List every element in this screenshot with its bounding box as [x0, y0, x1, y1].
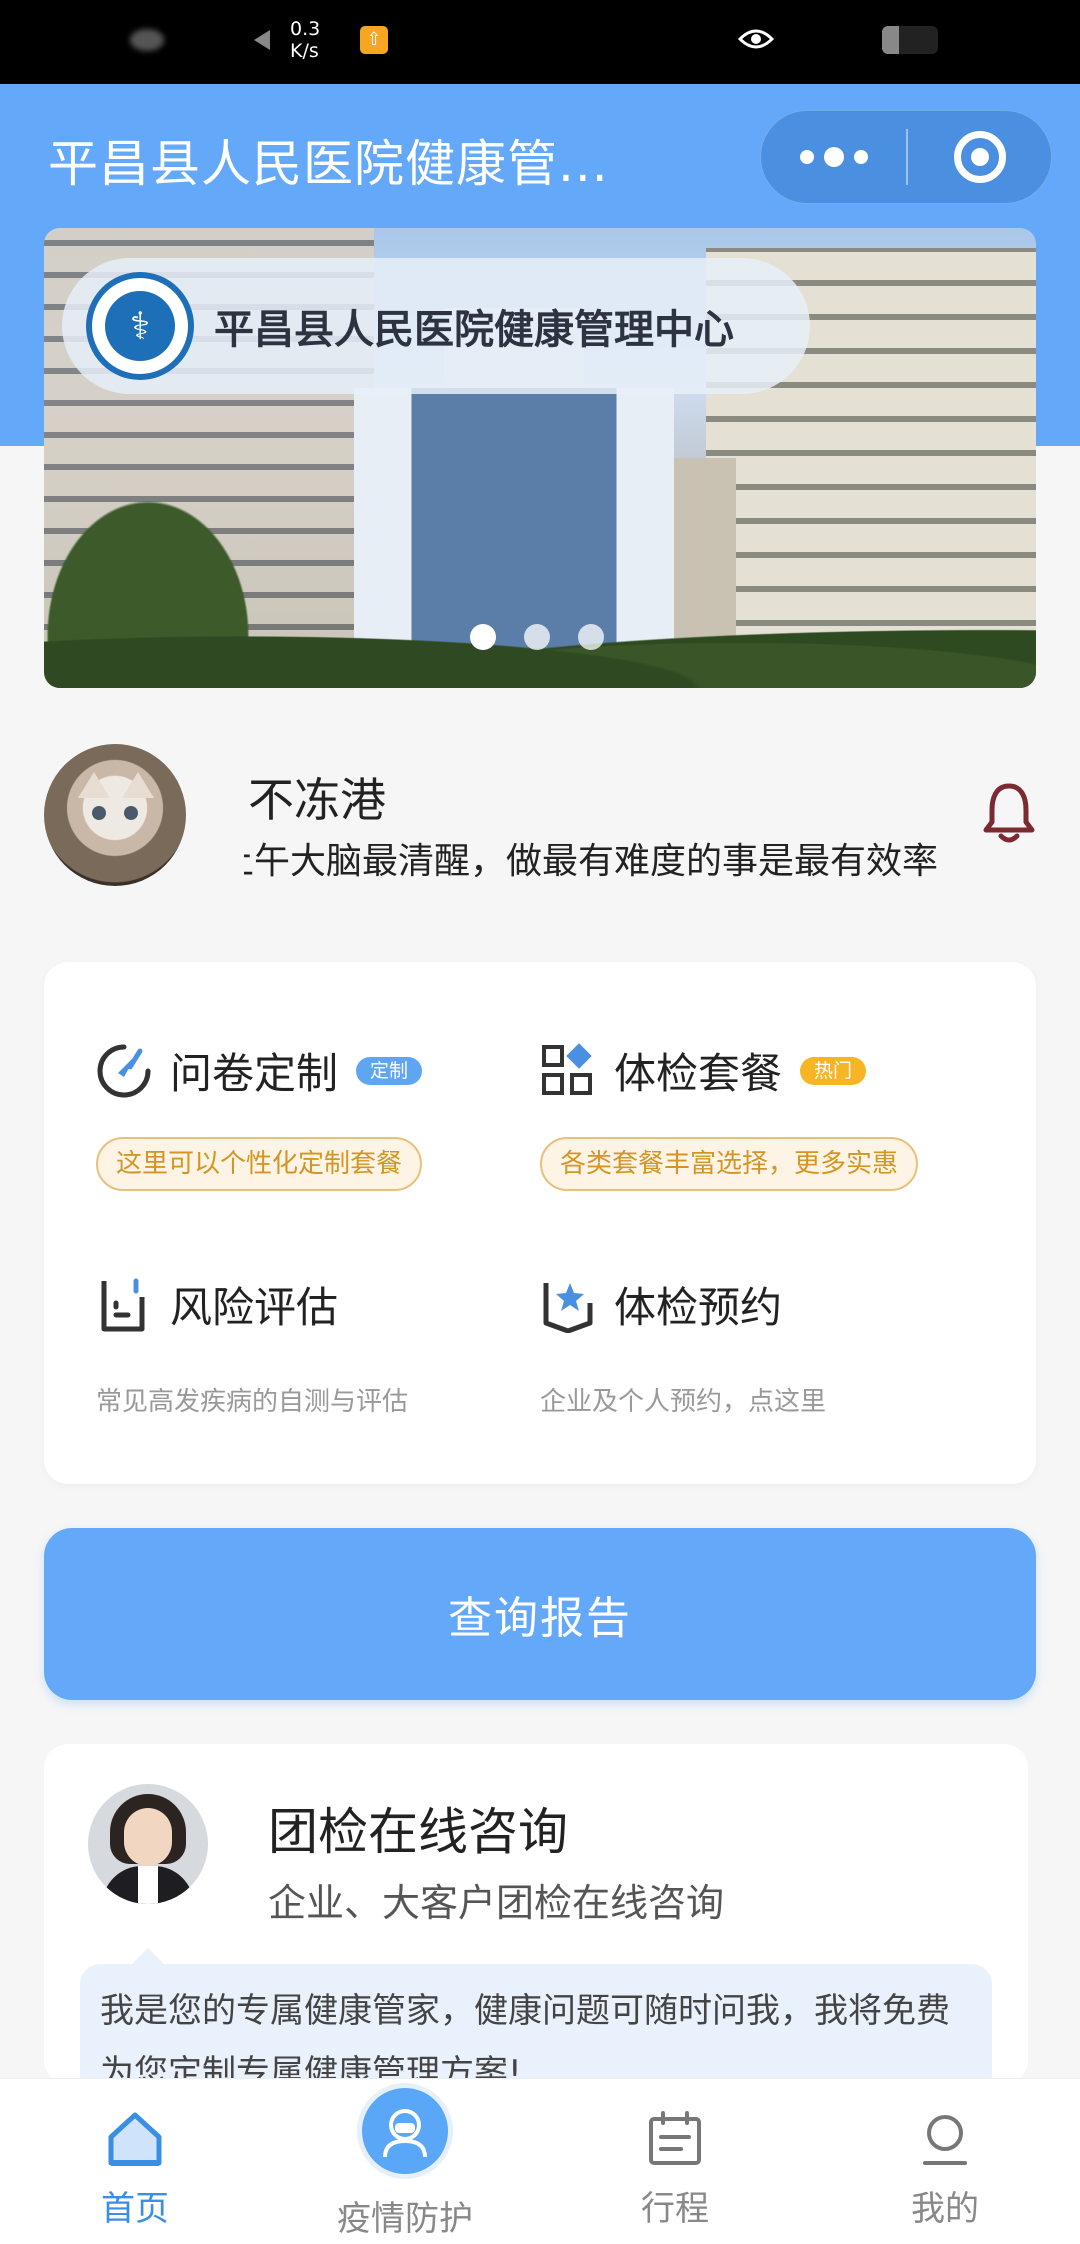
close-mini-program-button[interactable] [908, 131, 1051, 183]
battery-icon [882, 26, 938, 54]
document-chart-icon [101, 1278, 145, 1331]
more-dot-icon [823, 147, 844, 167]
hospital-banner[interactable]: ⚕ 平昌县人民医院健康管理中心 [44, 228, 1036, 688]
query-report-button[interactable]: 查询报告 [44, 1528, 1036, 1700]
tab-epidemic[interactable]: 疫情防护 [270, 2079, 540, 2244]
compass-icon [97, 1044, 151, 1097]
doctor-icon [383, 2109, 427, 2158]
tab-itinerary[interactable]: 行程 [540, 2079, 810, 2244]
banner-title-pill: ⚕ 平昌县人民医院健康管理中心 [62, 258, 810, 394]
tab-label: 疫情防护 [337, 2199, 473, 2239]
service-questionnaire[interactable]: 问卷定制 定制 这里可以个性化定制套餐 [96, 1040, 423, 1191]
service-title: 问卷定制 [170, 1049, 339, 1098]
service-checkup-booking[interactable]: 体检预约 企业及个人预约，点这里 [540, 1274, 826, 1418]
calendar-icon [649, 2111, 701, 2165]
user-icon [923, 2115, 967, 2165]
service-tag: 热门 [800, 1056, 867, 1085]
consult-subtitle: 企业、大客户团检在线咨询 [268, 1881, 725, 1925]
banner-dot[interactable] [578, 624, 604, 650]
more-dot-icon [853, 150, 868, 164]
tab-label: 首页 [101, 2189, 169, 2229]
service-tag: 定制 [356, 1056, 423, 1085]
home-icon [108, 2112, 162, 2166]
service-title: 体检预约 [614, 1283, 783, 1332]
consultant-avatar [88, 1784, 208, 1904]
service-note: 各类套餐丰富选择，更多实惠 [540, 1137, 919, 1191]
service-note: 企业及个人预约，点这里 [540, 1387, 827, 1417]
tab-label: 行程 [641, 2189, 709, 2229]
bell-icon[interactable] [982, 780, 1036, 846]
service-risk-assessment[interactable]: 风险评估 常见高发疾病的自测与评估 [96, 1274, 408, 1418]
user-motto-text: 上午大脑最清醒，做最有难度的事是最有效率 [244, 841, 939, 882]
user-avatar[interactable] [44, 744, 186, 886]
tab-home[interactable]: 首页 [0, 2079, 270, 2244]
tab-mine[interactable]: 我的 [810, 2079, 1080, 2244]
target-icon [953, 131, 1006, 183]
status-bar: 0.3 K/s ⇧ [0, 0, 1080, 84]
consult-card[interactable]: 团检在线咨询 企业、大客户团检在线咨询 我是您的专属健康管家，健康问题可随时问我… [44, 1744, 1028, 2084]
more-button[interactable] [761, 111, 906, 203]
banner-dot[interactable] [524, 624, 550, 650]
status-signal-icon [130, 29, 164, 51]
consult-title: 团检在线咨询 [268, 1803, 568, 1861]
tab-label: 我的 [911, 2189, 979, 2229]
bottom-tab-bar: 首页 疫情防护 行程 我的 [0, 2078, 1080, 2244]
banner-title: 平昌县人民医院健康管理中心 [214, 306, 734, 353]
apps-grid-icon [542, 1042, 592, 1095]
user-name: 不冻港 [248, 773, 386, 827]
service-note: 常见高发疾病的自测与评估 [96, 1387, 409, 1417]
avatar-cat-eye [124, 806, 138, 820]
consult-message: 我是您的专属健康管家，健康问题可随时问我，我将免费为您定制专属健康管理方案! [80, 1948, 992, 2084]
services-card: 问卷定制 定制 这里可以个性化定制套餐 体检套餐 热门 各类套餐丰富选择，更多实… [44, 962, 1036, 1484]
network-speed: 0.3 K/s [290, 18, 321, 62]
notification-badge-icon: ⇧ [360, 26, 388, 54]
avatar-cat-ear [122, 772, 154, 798]
tab-center-bubble [357, 2083, 453, 2179]
avatar-cat-ear [78, 772, 110, 798]
page-title: 平昌县人民医院健康管... [48, 135, 609, 193]
service-note: 这里可以个性化定制套餐 [96, 1137, 423, 1191]
eye-icon [738, 29, 774, 49]
service-title: 体检套餐 [614, 1049, 783, 1098]
more-dot-icon [799, 150, 814, 164]
service-checkup-packages[interactable]: 体检套餐 热门 各类套餐丰富选择，更多实惠 [540, 1040, 919, 1191]
banner-dot[interactable] [470, 624, 496, 650]
mini-program-capsule [760, 110, 1052, 204]
hospital-logo-icon: ⚕ [86, 272, 194, 380]
status-left: 0.3 K/s ⇧ [130, 18, 388, 62]
user-motto-marquee: 上午大脑最清醒，做最有难度的事是最有效率 [244, 832, 964, 884]
star-bookmark-icon [543, 1282, 593, 1333]
status-location-icon [254, 30, 270, 50]
banner-pagination [470, 624, 604, 650]
avatar-cat-eye [92, 806, 106, 820]
service-title: 风险评估 [170, 1283, 339, 1332]
